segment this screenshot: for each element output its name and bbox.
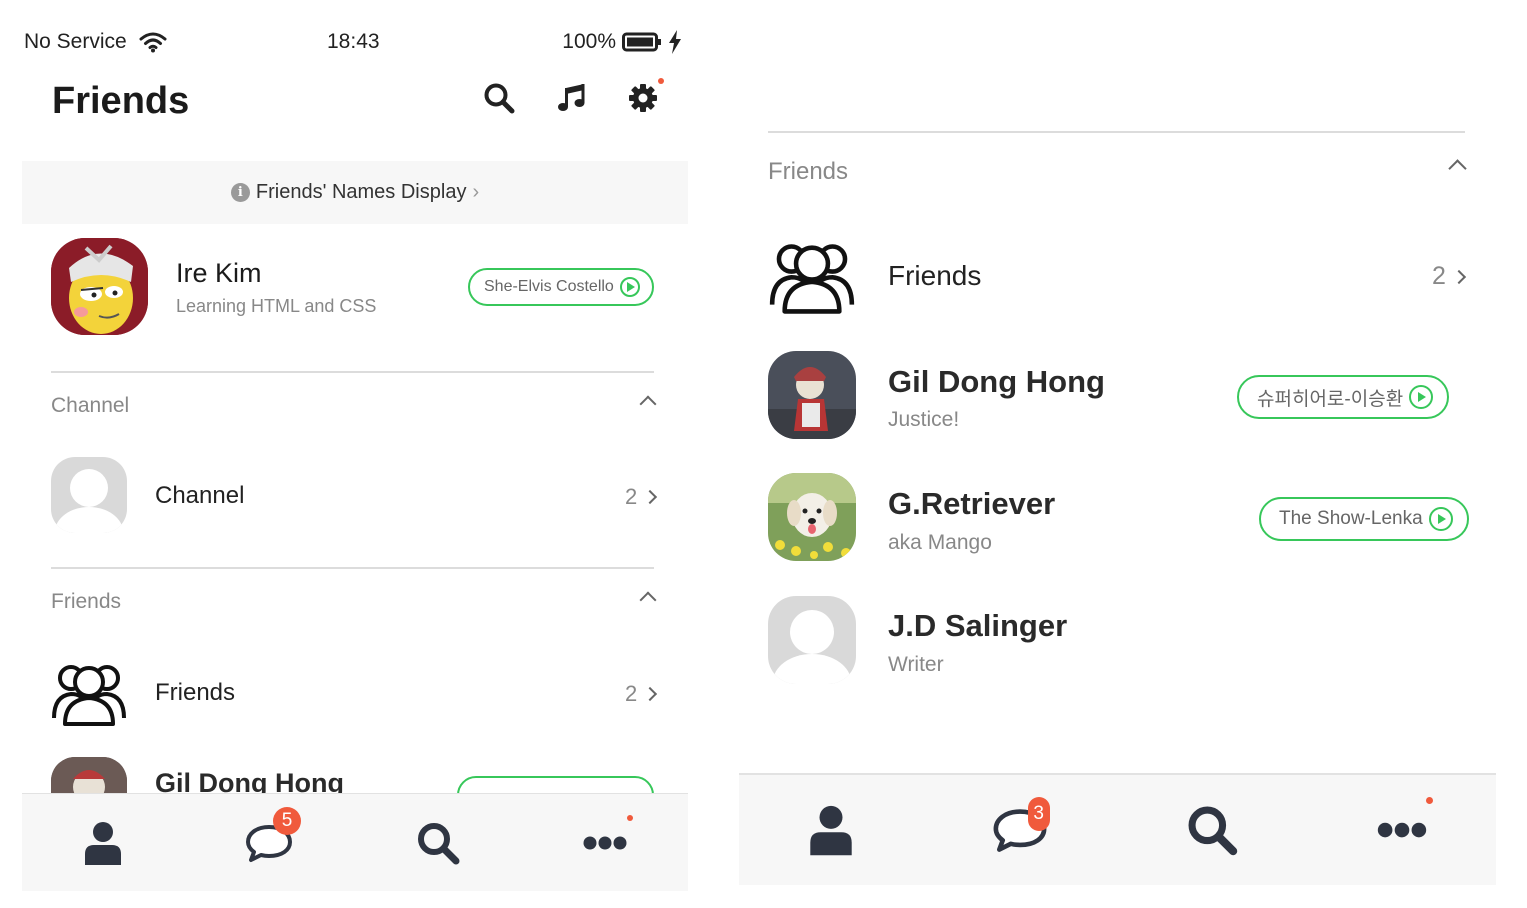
settings-notification-dot xyxy=(658,78,664,84)
avatar xyxy=(768,473,856,561)
search-button[interactable] xyxy=(482,80,516,116)
tab-friends[interactable] xyxy=(83,821,123,865)
friends-row-label: Friends xyxy=(888,260,982,291)
friends-group-icon xyxy=(52,665,126,726)
tab-chats[interactable]: 3 xyxy=(992,797,1050,853)
friends-count: 2 xyxy=(625,681,638,706)
status-bar: No Service 18:43 100% xyxy=(22,28,688,58)
header-actions xyxy=(482,78,664,116)
chevron-right-icon xyxy=(1451,269,1466,284)
music-icon xyxy=(558,84,585,111)
music-pill-label: The Show-Lenka xyxy=(1279,508,1423,529)
profile-music-pill[interactable]: She-Elvis Costello xyxy=(468,268,654,306)
page-title: Friends xyxy=(52,80,190,122)
friend-name: G.Retriever xyxy=(888,486,1056,521)
gear-icon xyxy=(629,84,657,112)
tab-bar: 3 xyxy=(739,773,1496,885)
more-notification-dot xyxy=(627,814,633,821)
tab-bar: 5 xyxy=(22,793,688,891)
channel-section-heading: Channel xyxy=(51,394,130,417)
tab-search[interactable] xyxy=(415,820,461,866)
channel-row-label: Channel xyxy=(155,482,245,509)
status-time: 18:43 xyxy=(327,30,380,53)
collapse-friends-icon[interactable] xyxy=(639,591,657,609)
profile-name: Ire Kim xyxy=(176,258,262,288)
more-icon xyxy=(1377,822,1427,838)
friends-row-count: 2 xyxy=(1432,262,1466,291)
channel-avatar xyxy=(51,457,127,533)
info-icon: i xyxy=(230,183,250,202)
music-pill-label: 슈퍼히어로-이승환 xyxy=(1257,388,1404,410)
profile-avatar-image xyxy=(51,238,148,335)
friend-status-message: aka Mango xyxy=(888,531,992,554)
friend-name: J.D Salinger xyxy=(888,608,1068,643)
chevron-right-icon: › xyxy=(472,181,480,203)
collapse-channel-icon[interactable] xyxy=(639,395,657,413)
battery-icon xyxy=(622,32,661,52)
tab-search[interactable] xyxy=(1185,803,1239,857)
settings-button[interactable] xyxy=(626,78,664,116)
collapse-friends-icon[interactable] xyxy=(1448,159,1467,178)
divider xyxy=(51,567,654,569)
chevron-right-icon xyxy=(643,489,658,505)
avatar xyxy=(768,351,856,439)
search-icon xyxy=(1188,806,1238,856)
chevron-right-icon xyxy=(643,686,658,702)
battery-percent: 100% xyxy=(562,30,616,53)
friend-status-message: Writer xyxy=(888,653,944,676)
channel-row-count: 2 xyxy=(625,484,658,510)
carrier-label: No Service xyxy=(24,30,127,53)
chat-unread-badge: 5 xyxy=(273,806,301,835)
friends-section-heading: Friends xyxy=(768,158,849,185)
status-carrier: No Service xyxy=(24,30,167,54)
person-icon xyxy=(85,821,121,865)
friend-music-pill[interactable]: 슈퍼히어로-이승환 xyxy=(1237,375,1450,419)
friends-row-label: Friends xyxy=(155,679,236,706)
divider xyxy=(51,371,654,373)
tab-chats[interactable]: 5 xyxy=(245,806,301,863)
divider xyxy=(768,131,1465,133)
friends-row-count: 2 xyxy=(625,681,658,707)
friends-section-heading: Friends xyxy=(51,590,122,613)
channel-count: 2 xyxy=(625,484,638,509)
search-icon xyxy=(484,83,515,114)
music-pill-label: She-Elvis Costello xyxy=(484,278,614,295)
more-notification-dot xyxy=(1426,797,1434,804)
friends-count: 2 xyxy=(1432,262,1446,290)
more-icon xyxy=(583,836,627,849)
avatar xyxy=(51,238,148,335)
friend-name: Gil Dong Hong xyxy=(888,364,1105,399)
phone-screen-right: Friends Friends 2 Gil Dong Hong Justice!… xyxy=(739,0,1496,908)
friends-group-icon xyxy=(769,244,855,314)
music-button[interactable] xyxy=(554,80,588,116)
friend-status-message: Justice! xyxy=(888,408,960,431)
wifi-icon xyxy=(139,32,167,53)
profile-status-message: Learning HTML and CSS xyxy=(176,296,377,316)
tab-more[interactable] xyxy=(583,814,633,851)
tab-more[interactable] xyxy=(1377,797,1434,839)
names-display-bar[interactable]: i Friends' Names Display › xyxy=(22,161,688,224)
avatar xyxy=(768,596,856,684)
chat-unread-badge: 3 xyxy=(1027,797,1050,831)
play-icon xyxy=(1409,385,1434,409)
friend-music-pill[interactable]: The Show-Lenka xyxy=(1259,497,1469,541)
charging-icon xyxy=(669,30,681,54)
person-icon xyxy=(810,805,852,856)
phone-screen-left: No Service 18:43 100% Friends i Friends'… xyxy=(22,0,688,908)
search-icon xyxy=(418,822,460,864)
my-profile[interactable]: Ire Kim Learning HTML and CSS She-Elvis … xyxy=(51,238,654,338)
play-icon xyxy=(619,277,640,297)
names-display-label: Friends' Names Display xyxy=(255,181,467,203)
tab-friends[interactable] xyxy=(808,804,854,856)
status-battery: 100% xyxy=(562,30,682,54)
play-icon xyxy=(1428,507,1453,531)
